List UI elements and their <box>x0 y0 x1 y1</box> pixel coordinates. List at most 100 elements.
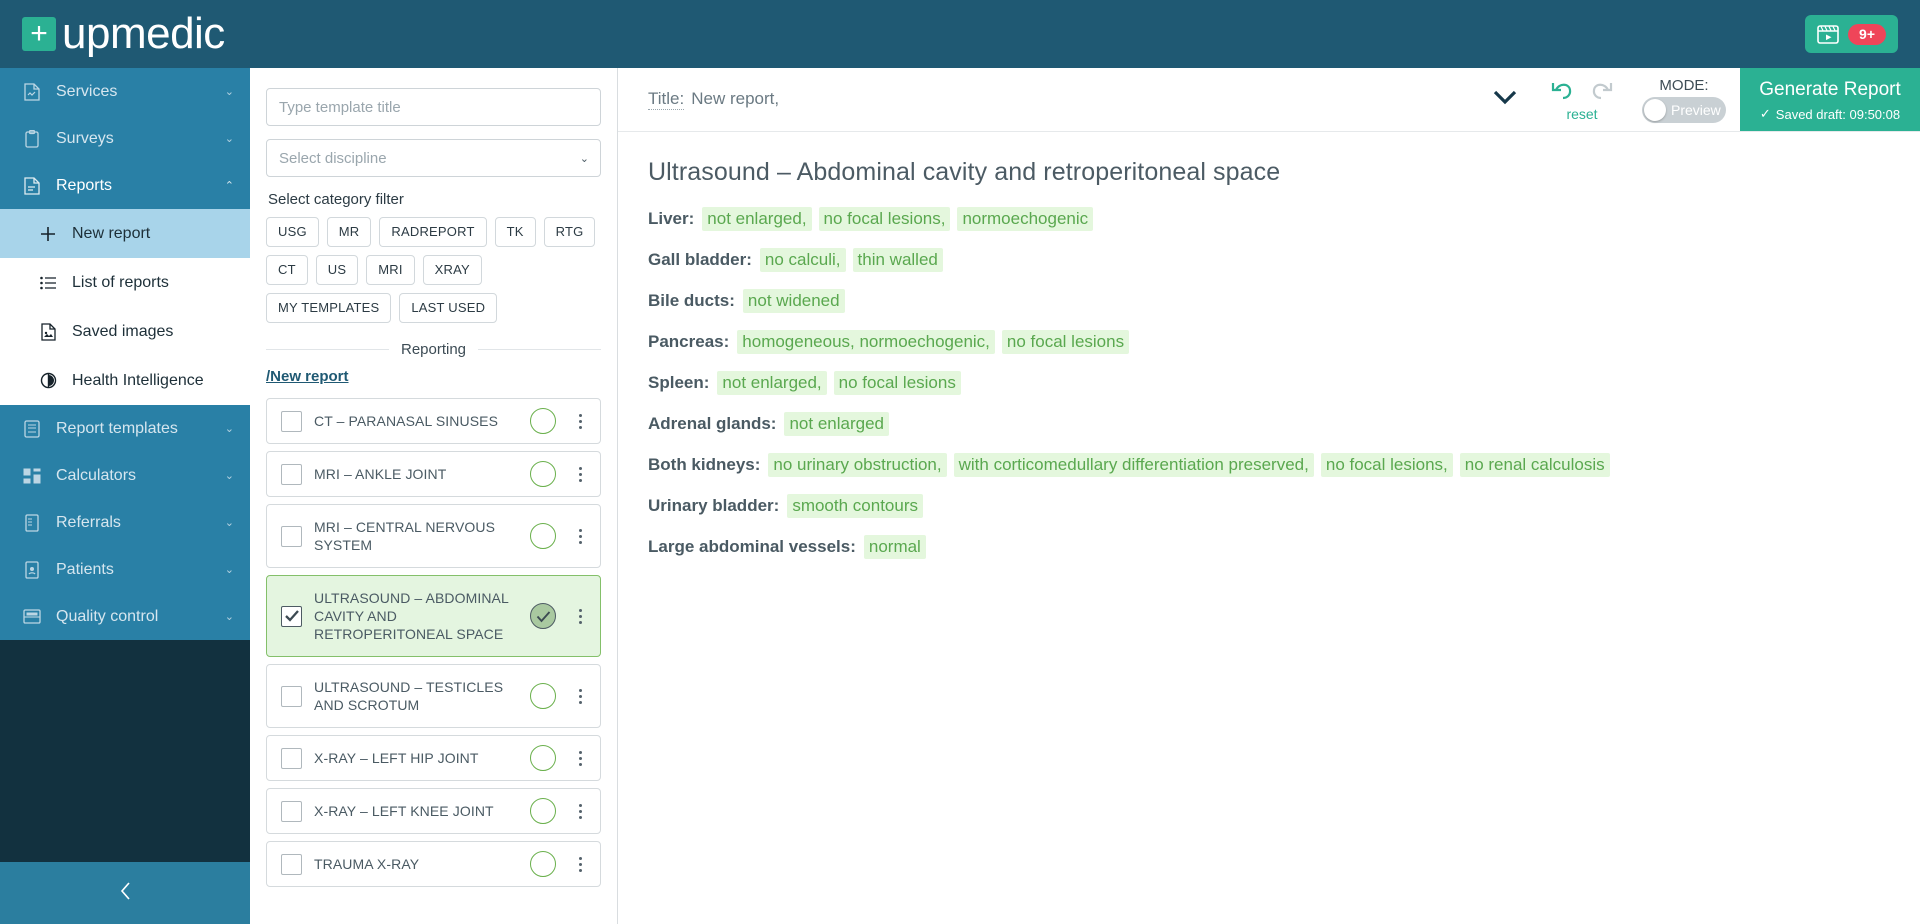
template-row[interactable]: X-RAY – LEFT HIP JOINT <box>266 735 601 781</box>
template-row-menu-icon[interactable] <box>568 413 588 429</box>
referral-icon <box>22 513 42 532</box>
filter-chip[interactable]: MRI <box>366 255 415 285</box>
template-row-menu-icon[interactable] <box>568 608 588 624</box>
template-title-input[interactable] <box>266 88 601 126</box>
sidebar-item-report-templates[interactable]: Report templates ⌄ <box>0 405 250 452</box>
reset-button[interactable]: reset <box>1566 106 1597 122</box>
preview-mode-toggle[interactable]: Preview <box>1642 96 1726 123</box>
filter-chip[interactable]: CT <box>266 255 308 285</box>
finding-value[interactable]: no urinary obstruction, <box>768 453 947 477</box>
redo-icon[interactable] <box>1589 78 1615 105</box>
template-status-circle[interactable] <box>530 745 556 771</box>
breadcrumb[interactable]: /New report <box>266 368 349 385</box>
finding-value[interactable]: thin walled <box>852 248 943 272</box>
image-document-icon <box>38 322 58 341</box>
template-row[interactable]: CT – PARANASAL SINUSES <box>266 398 601 444</box>
finding-value[interactable]: with corticomedullary differentiation pr… <box>953 453 1314 477</box>
sidebar-item-reports[interactable]: Reports ⌃ <box>0 162 250 209</box>
generate-report-button[interactable]: Generate Report ✓ Saved draft: 09:50:08 <box>1740 68 1920 131</box>
template-checkbox[interactable] <box>281 463 302 485</box>
sidebar-item-calculators[interactable]: Calculators ⌄ <box>0 452 250 499</box>
template-checkbox[interactable] <box>281 800 302 822</box>
template-status-circle[interactable] <box>530 851 556 877</box>
sidebar-item-health-intelligence[interactable]: Health Intelligence <box>0 356 250 405</box>
report-title-wrap[interactable]: Title: New report, <box>648 89 779 110</box>
template-row-menu-icon[interactable] <box>568 750 588 766</box>
sidebar-collapse-button[interactable] <box>0 862 250 924</box>
filter-chip[interactable]: TK <box>494 217 536 247</box>
services-document-icon <box>22 82 42 101</box>
finding-value[interactable]: no calculi, <box>759 248 846 272</box>
template-checkbox[interactable] <box>281 410 302 432</box>
clipboard-icon <box>22 129 42 148</box>
template-row[interactable]: X-RAY – LEFT KNEE JOINT <box>266 788 601 834</box>
finding-value[interactable]: no renal calculosis <box>1459 453 1610 477</box>
template-row-menu-icon[interactable] <box>568 803 588 819</box>
app-root: + upmedic 9+ Services ⌄ Surveys ⌄ Report… <box>0 0 1920 924</box>
finding-label: Spleen: <box>648 373 710 392</box>
clapperboard-play-icon <box>1817 24 1839 44</box>
discipline-select[interactable]: Select discipline ⌄ <box>266 139 601 177</box>
finding-value[interactable]: not enlarged <box>784 412 889 436</box>
sidebar-item-services[interactable]: Services ⌄ <box>0 68 250 115</box>
template-row-menu-icon[interactable] <box>568 856 588 872</box>
template-status-circle-done[interactable] <box>530 603 556 629</box>
template-checkbox[interactable] <box>281 747 302 769</box>
expand-header-button[interactable] <box>1474 68 1536 131</box>
template-status-circle[interactable] <box>530 461 556 487</box>
finding-value[interactable]: homogeneous, normoechogenic, <box>737 330 995 354</box>
filter-chip[interactable]: XRAY <box>422 255 482 285</box>
sidebar-item-saved-images[interactable]: Saved images <box>0 307 250 356</box>
undo-redo-icons <box>1549 78 1615 105</box>
finding-value[interactable]: smooth contours <box>787 494 923 518</box>
template-status-circle[interactable] <box>530 683 556 709</box>
template-row[interactable]: TRAUMA X-RAY <box>266 841 601 887</box>
finding-value[interactable]: no focal lesions, <box>818 207 951 231</box>
finding-value[interactable]: not enlarged, <box>702 207 812 231</box>
template-checkbox[interactable] <box>281 525 302 547</box>
filter-chip[interactable]: MR <box>326 217 372 247</box>
template-list: CT – PARANASAL SINUSES MRI – ANKLE JOINT… <box>266 398 601 924</box>
finding-line: Bile ducts: not widened <box>648 289 1890 313</box>
template-status-circle[interactable] <box>530 408 556 434</box>
template-row-selected[interactable]: ULTRASOUND – ABDOMINAL CAVITY AND RETROP… <box>266 575 601 657</box>
filter-chip[interactable]: LAST USED <box>399 293 498 323</box>
app-logo[interactable]: + upmedic <box>22 12 225 56</box>
filter-chip[interactable]: US <box>315 255 359 285</box>
undo-redo-group: reset <box>1536 68 1628 131</box>
template-status-circle[interactable] <box>530 798 556 824</box>
video-tutorials-button[interactable]: 9+ <box>1805 15 1898 53</box>
template-row-menu-icon[interactable] <box>568 688 588 704</box>
finding-value[interactable]: no focal lesions <box>1001 330 1130 354</box>
sidebar-item-quality-control[interactable]: Quality control ⌄ <box>0 593 250 640</box>
template-row[interactable]: MRI – CENTRAL NERVOUS SYSTEM <box>266 504 601 568</box>
sidebar-item-referrals[interactable]: Referrals ⌄ <box>0 499 250 546</box>
chevron-down-icon: ⌄ <box>579 153 589 165</box>
sidebar-item-patients[interactable]: Patients ⌄ <box>0 546 250 593</box>
template-row[interactable]: MRI – ANKLE JOINT <box>266 451 601 497</box>
undo-icon[interactable] <box>1549 78 1575 105</box>
finding-value[interactable]: no focal lesions, <box>1320 453 1453 477</box>
template-row[interactable]: ULTRASOUND – TESTICLES AND SCROTUM <box>266 664 601 728</box>
sidebar-group-bottom: Report templates ⌄ Calculators ⌄ Referra… <box>0 405 250 640</box>
template-row-menu-icon[interactable] <box>568 528 588 544</box>
filter-chip[interactable]: MY TEMPLATES <box>266 293 392 323</box>
template-name: ULTRASOUND – TESTICLES AND SCROTUM <box>314 679 504 713</box>
filter-chip[interactable]: RTG <box>543 217 596 247</box>
template-checkbox[interactable] <box>281 853 302 875</box>
finding-value[interactable]: normal <box>863 535 926 559</box>
sidebar-item-new-report[interactable]: New report <box>0 209 250 258</box>
sidebar-item-surveys[interactable]: Surveys ⌄ <box>0 115 250 162</box>
category-filter-chips: USG MR RADREPORT TK RTG CT US MRI XRAY M… <box>266 217 601 323</box>
template-checkbox-checked[interactable] <box>281 605 302 627</box>
filter-chip[interactable]: RADREPORT <box>379 217 487 247</box>
sidebar-item-list-of-reports[interactable]: List of reports <box>0 258 250 307</box>
template-row-menu-icon[interactable] <box>568 466 588 482</box>
finding-value[interactable]: not enlarged, <box>717 371 827 395</box>
template-checkbox[interactable] <box>281 685 302 707</box>
finding-value[interactable]: not widened <box>742 289 845 313</box>
filter-chip[interactable]: USG <box>266 217 319 247</box>
finding-value[interactable]: normoechogenic <box>957 207 1094 231</box>
finding-value[interactable]: no focal lesions <box>833 371 961 395</box>
template-status-circle[interactable] <box>530 523 556 549</box>
